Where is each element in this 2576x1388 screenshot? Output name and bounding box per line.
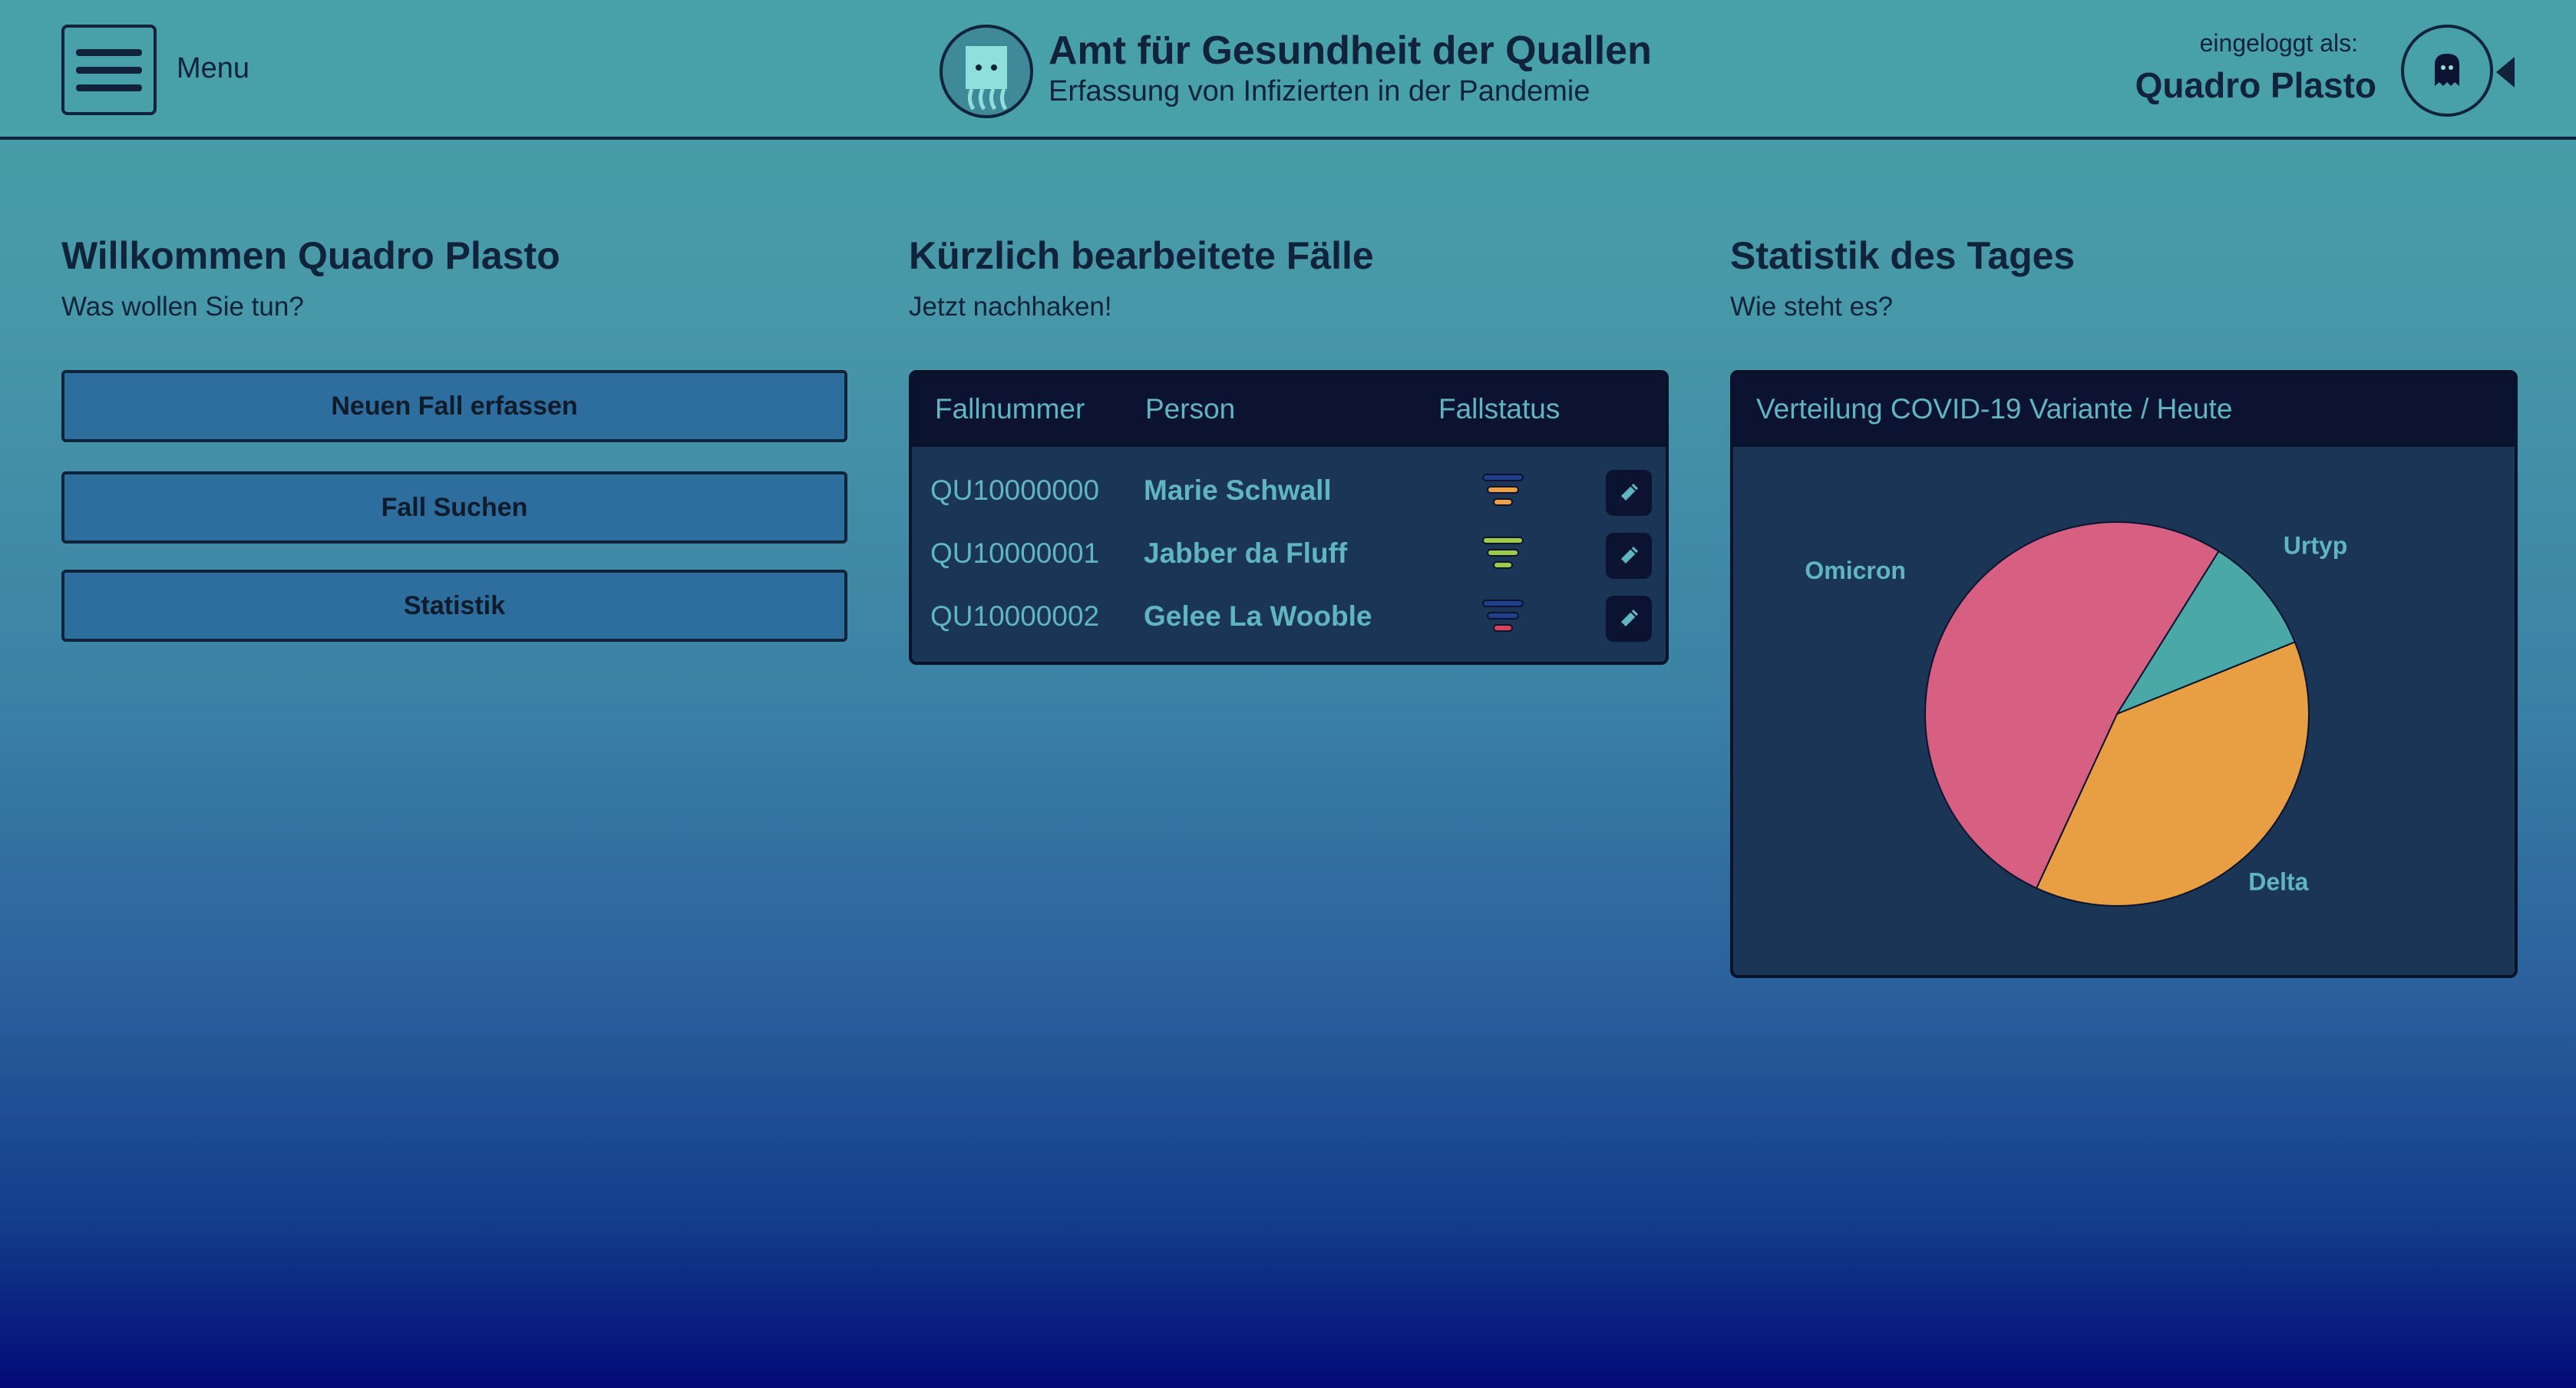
table-row[interactable]: QU10000001 Jabber da Fluff bbox=[912, 524, 1666, 587]
pencil-icon bbox=[1620, 484, 1638, 502]
stats-lead: Wie steht es? bbox=[1730, 292, 1894, 322]
recent-lead: Jetzt nachhaken! bbox=[909, 292, 1112, 322]
pie-label-delta: Delta bbox=[2248, 868, 2308, 895]
logged-in-label: eingeloggt als: bbox=[2199, 29, 2358, 57]
status-funnel-icon bbox=[1482, 537, 1524, 569]
user-name: Quadro Plasto bbox=[2135, 65, 2376, 105]
table-row[interactable]: QU10000000 Marie Schwall bbox=[912, 461, 1666, 524]
chart-title: Verteilung COVID-19 Variante / Heute bbox=[1756, 393, 2233, 425]
pie-chart: Urtyp Delta Omicron bbox=[1805, 521, 2348, 907]
pie-chart-card: Verteilung COVID-19 Variante / Heute Urt… bbox=[1730, 370, 2518, 978]
chart-header: Verteilung COVID-19 Variante / Heute bbox=[1733, 373, 2515, 447]
app-subtitle: Erfassung von Infizierten in der Pandemi… bbox=[1049, 75, 1590, 107]
column-header-case: Fallnummer bbox=[935, 393, 1085, 425]
user-avatar[interactable] bbox=[2401, 25, 2493, 117]
case-number[interactable]: QU10000001 bbox=[930, 537, 1099, 570]
person-name[interactable]: Jabber da Fluff bbox=[1144, 537, 1347, 570]
stats-heading: Statistik des Tages bbox=[1730, 234, 2076, 277]
search-case-button[interactable]: Fall Suchen bbox=[61, 471, 847, 544]
menu-label[interactable]: Menu bbox=[177, 52, 249, 85]
edit-button[interactable] bbox=[1606, 533, 1652, 579]
jellyfish-logo-icon bbox=[940, 25, 1033, 118]
statistics-button[interactable]: Statistik bbox=[61, 570, 847, 642]
table-header: Fallnummer Person Fallstatus bbox=[912, 373, 1666, 447]
person-name[interactable]: Gelee La Wooble bbox=[1144, 600, 1372, 633]
hamburger-icon bbox=[76, 48, 142, 56]
column-header-person: Person bbox=[1145, 393, 1236, 425]
case-number[interactable]: QU10000002 bbox=[930, 600, 1099, 633]
case-number[interactable]: QU10000000 bbox=[930, 474, 1099, 507]
edit-button[interactable] bbox=[1606, 596, 1652, 642]
pencil-icon bbox=[1620, 610, 1638, 628]
recent-cases-table: Fallnummer Person Fallstatus QU10000000 … bbox=[909, 370, 1669, 665]
caret-left-icon[interactable] bbox=[2496, 57, 2515, 88]
welcome-heading: Willkommen Quadro Plasto bbox=[61, 233, 560, 278]
welcome-heading-name: Quadro Plasto bbox=[297, 234, 560, 277]
recent-heading: Kürzlich bearbeitete Fälle bbox=[909, 234, 1374, 277]
pie-label-urtyp: Urtyp bbox=[2284, 532, 2348, 560]
welcome-lead: Was wollen Sie tun? bbox=[61, 292, 304, 322]
person-name[interactable]: Marie Schwall bbox=[1144, 474, 1332, 507]
table-row[interactable]: QU10000002 Gelee La Wooble bbox=[912, 587, 1666, 649]
ghost-avatar-icon bbox=[2435, 54, 2459, 86]
column-header-status: Fallstatus bbox=[1438, 393, 1560, 425]
app-header: Menu Amt für Gesundheit der Quallen Erfa… bbox=[0, 0, 2576, 140]
new-case-button[interactable]: Neuen Fall erfassen bbox=[61, 370, 847, 442]
welcome-heading-prefix: Willkommen bbox=[61, 234, 288, 277]
app-title: Amt für Gesundheit der Quallen bbox=[1049, 28, 1652, 73]
edit-button[interactable] bbox=[1606, 470, 1652, 516]
pie-label-omicron: Omicron bbox=[1805, 557, 1906, 584]
status-funnel-icon bbox=[1482, 474, 1524, 506]
pencil-icon bbox=[1620, 547, 1638, 565]
menu-button[interactable] bbox=[61, 25, 157, 115]
status-funnel-icon bbox=[1482, 600, 1524, 632]
